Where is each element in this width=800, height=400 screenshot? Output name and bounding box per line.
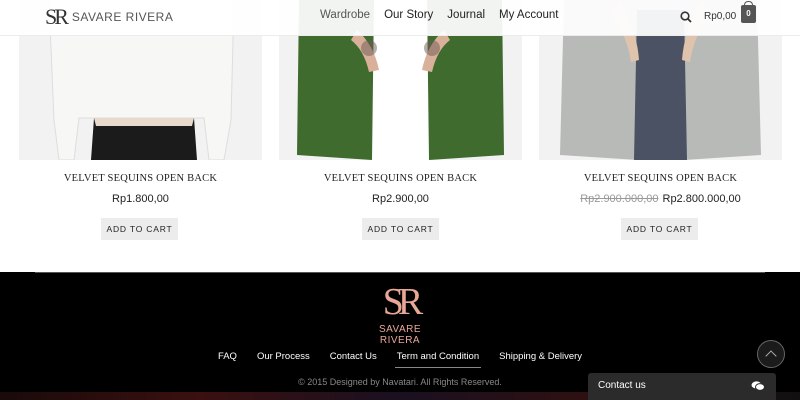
site-header: SR SAVARE RIVERA Wardrobe Our Story Jour… [0,0,800,36]
contact-us-widget[interactable]: Contact us [588,373,776,400]
add-to-cart-button[interactable]: ADD TO CART [362,218,439,240]
footer-link-faq[interactable]: FAQ [218,351,237,362]
brand-logo[interactable]: SR SAVARE RIVERA [45,4,174,29]
footer-brand-logo[interactable]: SR SAVARE RIVERA [360,281,440,346]
contact-widget-label: Contact us [598,380,646,391]
product-price: Rp2.900.000,00 Rp2.800.000,00 [539,193,782,205]
footer-divider [35,272,765,273]
cart-total[interactable]: Rp0,00 [704,11,736,22]
footer-link-contact-us[interactable]: Contact Us [330,351,377,362]
current-price: Rp2.900,00 [372,193,429,205]
footer-link-term-and-condition[interactable]: Term and Condition [394,351,482,368]
current-price: Rp1.800,00 [112,193,169,205]
cart-count-badge: 0 [746,9,751,18]
logo-mark: SR [45,4,69,29]
shopping-bag-icon[interactable]: 0 [741,1,756,23]
footer-logo-text: SAVARE RIVERA [378,324,422,346]
main-nav: Wardrobe Our Story Journal My Account [320,9,572,21]
footer-link-our-process[interactable]: Our Process [257,351,310,362]
nav-item-wardrobe[interactable]: Wardrobe [320,9,370,21]
nav-item-our-story[interactable]: Our Story [384,9,433,21]
chat-bubbles-icon [751,381,765,391]
search-icon[interactable] [680,11,692,23]
nav-item-journal[interactable]: Journal [447,9,485,21]
product-price: Rp2.900,00 [279,193,522,205]
product-name[interactable]: VELVET SEQUINS OPEN BACK [279,173,522,184]
product-name[interactable]: VELVET SEQUINS OPEN BACK [19,173,262,184]
logo-text: SAVARE RIVERA [71,10,174,24]
chevron-up-icon[interactable] [757,340,785,368]
nav-item-my-account[interactable]: My Account [499,9,558,21]
original-price: Rp2.900.000,00 [580,193,659,205]
add-to-cart-button[interactable]: ADD TO CART [621,218,698,240]
add-to-cart-button[interactable]: ADD TO CART [101,218,178,240]
footer-logo-mark: SR [382,281,423,323]
sale-price: Rp2.800.000,00 [662,193,741,205]
footer-nav: FAQ Our Process Contact Us Term and Cond… [0,351,800,368]
product-price: Rp1.800,00 [19,193,262,205]
product-name[interactable]: VELVET SEQUINS OPEN BACK [539,173,782,184]
footer-link-shipping-delivery[interactable]: Shipping & Delivery [499,351,582,362]
